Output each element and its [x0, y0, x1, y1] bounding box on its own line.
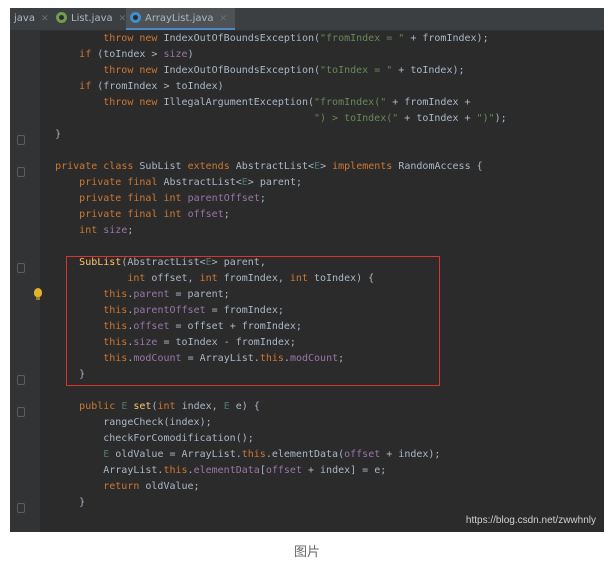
code-line[interactable]: return oldValue; — [31, 479, 199, 495]
code-line[interactable]: checkForComodification(); — [31, 431, 254, 447]
tab-label: ArrayList.java — [145, 13, 214, 24]
tab-arraylist-java[interactable]: ArrayList.java ✕ — [126, 8, 236, 30]
code-line[interactable]: private final int offset; — [31, 207, 230, 223]
fold-marker-icon[interactable] — [17, 135, 25, 145]
tab-label: List.java — [71, 13, 113, 24]
code-line[interactable]: ") > toIndex(" + toIndex + ")"); — [31, 111, 507, 127]
code-line[interactable]: if (fromIndex > toIndex) — [31, 79, 224, 95]
watermark: https://blog.csdn.net/zwwhnly — [465, 515, 596, 526]
close-icon[interactable]: ✕ — [41, 14, 49, 24]
tab-label: java — [14, 13, 35, 24]
code-line[interactable]: throw new IndexOutOfBoundsException("fro… — [31, 31, 488, 47]
code-line[interactable]: } — [31, 127, 61, 143]
fold-marker-icon[interactable] — [17, 167, 25, 177]
fold-marker-icon[interactable] — [17, 263, 25, 273]
code-line[interactable]: throw new IndexOutOfBoundsException("toI… — [31, 63, 464, 79]
code-line[interactable]: int size; — [31, 223, 133, 239]
class-icon — [130, 12, 141, 23]
code-line[interactable]: private final AbstractList<E> parent; — [31, 175, 302, 191]
code-line[interactable]: E oldValue = ArrayList.this.elementData(… — [31, 447, 440, 463]
code-line[interactable]: ArrayList.this.elementData[offset + inde… — [31, 463, 386, 479]
code-line[interactable]: } — [31, 495, 85, 511]
code-line[interactable]: private final int parentOffset; — [31, 191, 266, 207]
close-icon[interactable]: ✕ — [220, 14, 228, 24]
code-line[interactable]: private class SubList extends AbstractLi… — [31, 159, 483, 175]
highlight-box — [66, 256, 440, 386]
fold-marker-icon[interactable] — [17, 375, 25, 385]
tab-java[interactable]: java ✕ — [14, 8, 49, 30]
code-line[interactable]: throw new IllegalArgumentException("from… — [31, 95, 470, 111]
image-caption: 图片 — [293, 545, 320, 560]
code-line[interactable]: rangeCheck(index); — [31, 415, 211, 431]
fold-marker-icon[interactable] — [17, 503, 25, 513]
code-line[interactable]: public E set(int index, E e) { — [31, 399, 260, 415]
tab-list-java[interactable]: List.java ✕ — [56, 8, 126, 30]
code-line[interactable]: if (toIndex > size) — [31, 47, 193, 63]
editor-tab-bar: java ✕ List.java ✕ ArrayList.java ✕ — [10, 8, 604, 31]
code-editor[interactable]: java ✕ List.java ✕ ArrayList.java ✕ throw n… — [10, 8, 604, 532]
fold-marker-icon[interactable] — [17, 407, 25, 417]
interface-icon — [56, 12, 67, 23]
